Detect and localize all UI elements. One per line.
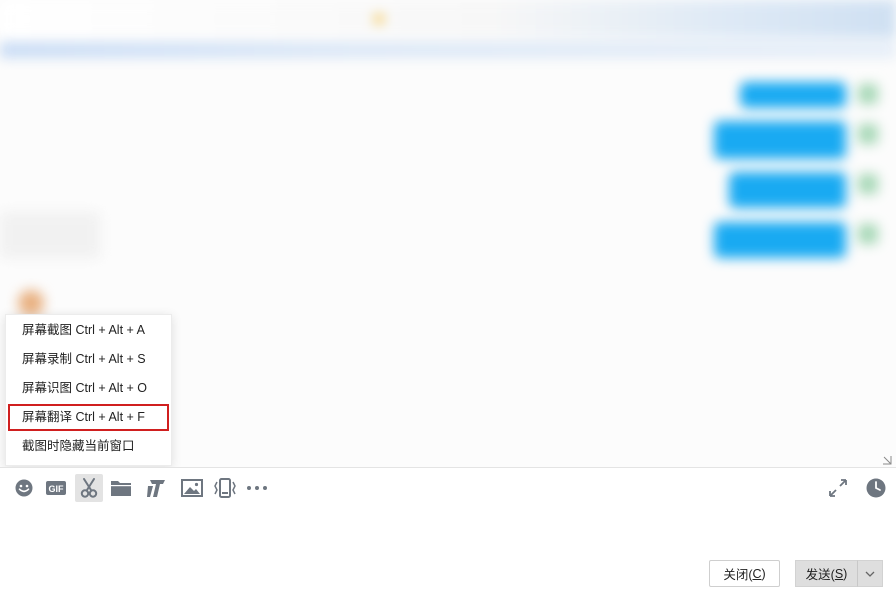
menu-item-screen-translate[interactable]: 屏幕翻译 Ctrl + Alt + F — [8, 404, 169, 431]
expand-button[interactable] — [824, 474, 852, 502]
close-button-hotkey: C — [752, 566, 762, 581]
folder-icon — [111, 481, 131, 496]
scissors-icon — [80, 478, 98, 498]
send-button-hotkey: S — [834, 566, 844, 581]
send-button-label: 发送( — [805, 568, 835, 582]
resize-arrow-icon[interactable] — [882, 455, 892, 465]
gif-button[interactable]: GIF — [42, 474, 70, 502]
file-button[interactable] — [107, 474, 135, 502]
emoji-button[interactable] — [10, 474, 38, 502]
send-options-button[interactable] — [857, 560, 883, 587]
screenshot-menu: 屏幕截图 Ctrl + Alt + A 屏幕录制 Ctrl + Alt + S … — [5, 314, 172, 466]
send-button[interactable]: 发送(S) — [795, 560, 857, 587]
avatar — [858, 124, 878, 144]
image-icon — [181, 479, 203, 497]
screenshot-button[interactable] — [75, 474, 103, 502]
more-icon — [247, 486, 267, 490]
send-button-suffix: ) — [843, 566, 848, 581]
shake-icon — [214, 478, 236, 498]
message-bubble — [714, 121, 846, 159]
message-bubble — [714, 222, 846, 258]
image-button[interactable] — [178, 474, 206, 502]
emoji-icon — [15, 479, 33, 497]
message-bubble — [740, 82, 846, 108]
menu-item-screen-capture[interactable]: 屏幕截图 Ctrl + Alt + A — [8, 317, 169, 344]
expand-icon — [829, 479, 847, 497]
avatar — [858, 224, 878, 244]
history-clock-icon — [866, 478, 886, 498]
svg-text:GIF: GIF — [49, 484, 65, 494]
close-button[interactable]: 关闭(C) — [709, 560, 780, 587]
avatar — [858, 84, 878, 104]
close-button-suffix: ) — [761, 566, 766, 581]
menu-item-hide-window[interactable]: 截图时隐藏当前窗口 — [8, 433, 169, 460]
avatar — [18, 290, 44, 316]
avatar — [858, 174, 878, 194]
shake-button[interactable] — [211, 474, 239, 502]
title-bar — [0, 0, 896, 38]
menu-item-screen-recognize[interactable]: 屏幕识图 Ctrl + Alt + O — [8, 375, 169, 402]
music-icon — [147, 480, 165, 497]
status-dot — [374, 14, 384, 24]
notice-strip — [0, 42, 896, 58]
menu-item-screen-record[interactable]: 屏幕录制 Ctrl + Alt + S — [8, 346, 169, 373]
close-button-label: 关闭( — [723, 568, 753, 582]
chevron-down-icon — [865, 571, 875, 577]
gif-icon: GIF — [46, 481, 66, 495]
incoming-message — [0, 212, 100, 258]
message-bubble — [729, 172, 846, 208]
more-button[interactable] — [243, 474, 271, 502]
music-button[interactable] — [142, 474, 170, 502]
history-button[interactable] — [862, 474, 890, 502]
